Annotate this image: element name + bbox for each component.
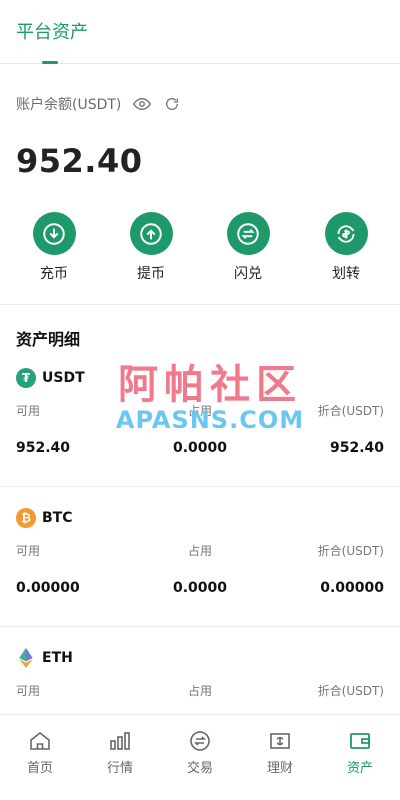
section-title: 资产明细 [16, 330, 81, 349]
balance-label-row: 账户余额(USDT) [16, 94, 181, 114]
swap-button[interactable]: 闪兑 [208, 212, 288, 283]
converted-value: 952.40 [329, 440, 384, 456]
converted-label: 折合(USDT) [317, 404, 384, 418]
asset-name: ETH [42, 650, 73, 666]
converted-label: 折合(USDT) [317, 544, 384, 558]
asset-name: BTC [42, 510, 73, 526]
asset-head: ETH [16, 648, 73, 668]
divider [0, 626, 400, 627]
nav-trade-label: 交易 [186, 761, 213, 776]
finance-icon [268, 729, 292, 753]
nav-market-label: 行情 [106, 761, 133, 776]
watermark: 阿帕社区 APASNS.COM [95, 362, 325, 432]
home-icon [28, 729, 52, 753]
nav-home[interactable]: 首页 [0, 729, 80, 776]
eth-coin-icon [16, 648, 36, 668]
deposit-button[interactable]: 充币 [14, 212, 94, 283]
bottom-nav: 首页 行情 交易 理财 资产 [0, 714, 400, 800]
swap-icon [226, 212, 270, 255]
nav-finance-label: 理财 [266, 761, 293, 776]
deposit-icon [32, 212, 76, 255]
top-tabbar: 平台资产 [0, 0, 400, 64]
watermark-line2: APASNS.COM [115, 406, 305, 434]
transfer-button[interactable]: 划转 [306, 212, 386, 283]
refresh-icon[interactable] [163, 95, 181, 113]
tab-platform-assets[interactable]: 平台资产 [16, 18, 88, 44]
deposit-label: 充币 [40, 266, 68, 282]
withdraw-label: 提币 [137, 266, 165, 282]
balance-value: 952.40 [16, 142, 143, 180]
swap-label: 闪兑 [234, 266, 262, 282]
nav-trade[interactable]: 交易 [160, 729, 240, 776]
divider [0, 304, 400, 305]
nav-home-label: 首页 [26, 761, 53, 776]
nav-market[interactable]: 行情 [80, 729, 160, 776]
wallet-icon [348, 729, 372, 753]
transfer-icon [324, 212, 368, 255]
asset-name: USDT [42, 370, 85, 386]
balance-label: 账户余额(USDT) [16, 97, 122, 113]
divider [0, 486, 400, 487]
trade-icon [188, 729, 212, 753]
watermark-line1: 阿帕社区 [118, 362, 302, 408]
asset-row-eth[interactable]: ETH 可用 占用 折合(USDT) [0, 648, 400, 714]
converted-value: 0.00000 [320, 580, 384, 596]
transfer-label: 划转 [332, 266, 360, 282]
withdraw-icon [129, 212, 173, 255]
btc-coin-icon: ₿ [16, 508, 36, 528]
usdt-coin-icon: ₮ [16, 368, 36, 388]
nav-assets[interactable]: 资产 [320, 729, 400, 776]
nav-assets-label: 资产 [346, 761, 373, 776]
asset-row-btc[interactable]: ₿ BTC 可用 占用 折合(USDT) 0.00000 0.0000 0.00… [0, 508, 400, 608]
market-icon [108, 729, 132, 753]
asset-head: ₮ USDT [16, 368, 85, 388]
tab-active-indicator [42, 61, 58, 64]
quick-actions: 充币 提币 闪兑 划转 [0, 212, 400, 282]
converted-label: 折合(USDT) [317, 684, 384, 698]
asset-head: ₿ BTC [16, 508, 73, 528]
eye-icon[interactable] [133, 95, 152, 113]
nav-finance[interactable]: 理财 [240, 729, 320, 776]
withdraw-button[interactable]: 提币 [111, 212, 191, 283]
